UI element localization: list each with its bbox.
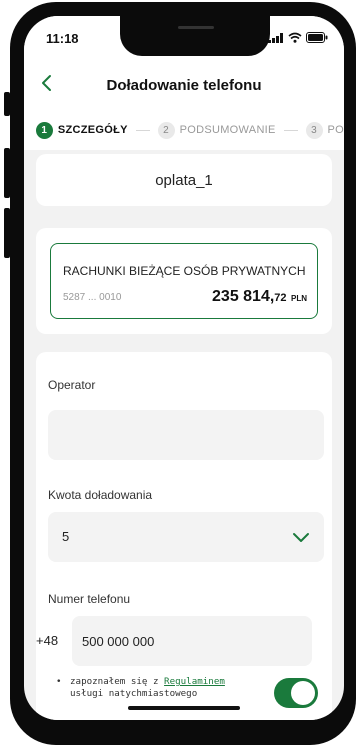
- bullet: •: [56, 676, 62, 687]
- balance-currency: PLN: [291, 294, 307, 303]
- volume-down-button: [4, 208, 10, 258]
- step-details: 1 SZCZEGÓŁY: [35, 121, 128, 139]
- progress-stepper: 1 SZCZEGÓŁY 2 PODSUMOWANIE 3 PO: [24, 110, 344, 150]
- amount-select[interactable]: 5: [48, 512, 324, 562]
- phone-prefix: +48: [36, 633, 59, 648]
- toggle-knob: [291, 681, 315, 705]
- consent-text: zapoznałem się z Regulaminem usługi naty…: [70, 676, 225, 700]
- mute-switch: [4, 92, 10, 116]
- step-label: PODSUMOWANIE: [179, 124, 276, 136]
- wifi-icon: [288, 32, 302, 43]
- topup-form: Operator Kwota doładowania 5 Numer telef…: [36, 352, 332, 720]
- step-confirm: 3 PO: [305, 121, 345, 139]
- account-selector[interactable]: RACHUNKI BIEŻĄCE OSÓB PRYWATNYCH 5287 ..…: [50, 243, 318, 319]
- account-balance: 235 814,72 PLN: [212, 288, 307, 306]
- phone-label: Numer telefonu: [48, 592, 131, 606]
- notch: [120, 16, 270, 56]
- step-number: 1: [35, 121, 53, 139]
- amount-label: Kwota doładowania: [48, 488, 153, 502]
- consent-text-before: zapoznałem się z: [70, 676, 165, 687]
- recipient-card[interactable]: oplata_1: [36, 154, 332, 206]
- balance-decimal: 72: [274, 292, 287, 304]
- consent-text-after: usługi natychmiastowego: [70, 688, 198, 699]
- operator-label: Operator: [48, 378, 96, 392]
- step-divider: [135, 129, 150, 131]
- app-screen: 11:18 Doładowanie telefonu 1 SZCZEGÓŁY 2…: [24, 16, 344, 720]
- volume-up-button: [4, 148, 10, 198]
- phone-input[interactable]: [82, 628, 282, 654]
- phone-input-box[interactable]: [72, 616, 312, 666]
- amount-value: 5: [62, 529, 70, 544]
- signal-icon: [268, 32, 283, 43]
- step-summary: 2 PODSUMOWANIE: [157, 121, 276, 139]
- terms-toggle[interactable]: [274, 678, 318, 708]
- page-title: Doładowanie telefonu: [106, 77, 262, 94]
- account-number: 5287 ... 0010: [63, 292, 122, 303]
- recipient-name: oplata_1: [155, 171, 213, 189]
- status-icons: [268, 32, 328, 43]
- step-divider: [283, 129, 298, 131]
- home-indicator: [128, 706, 240, 710]
- operator-select[interactable]: [48, 410, 324, 460]
- battery-icon: [306, 32, 328, 43]
- balance-integer: 235 814,: [212, 288, 275, 305]
- step-number: 2: [157, 121, 175, 139]
- chevron-down-icon: [293, 533, 309, 542]
- app-header: Doładowanie telefonu: [24, 60, 344, 112]
- account-name: RACHUNKI BIEŻĄCE OSÓB PRYWATNYCH: [63, 264, 306, 278]
- account-card: RACHUNKI BIEŻĄCE OSÓB PRYWATNYCH 5287 ..…: [36, 228, 332, 334]
- step-label: PO: [327, 124, 344, 136]
- step-number: 3: [305, 121, 323, 139]
- phone-field: +48: [36, 616, 324, 666]
- status-time: 11:18: [46, 31, 79, 46]
- step-label: SZCZEGÓŁY: [57, 124, 128, 136]
- terms-link[interactable]: Regulaminem: [164, 676, 225, 687]
